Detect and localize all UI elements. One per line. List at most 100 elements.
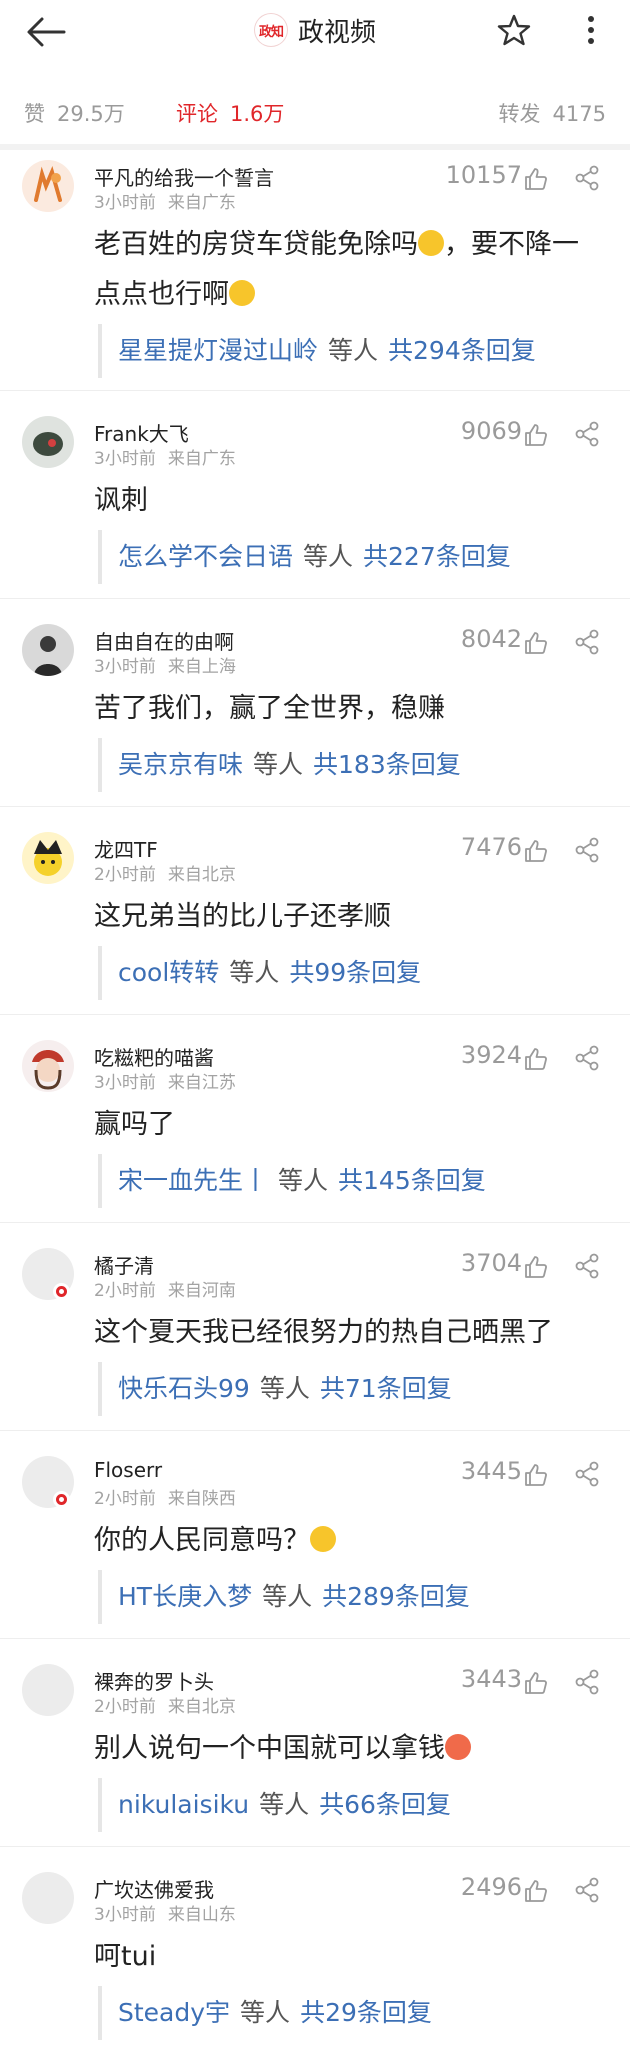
thumbs-up-icon[interactable] [523,838,549,864]
avatar[interactable] [22,624,74,676]
comment-location: 来自河南 [167,1281,236,1301]
avatar[interactable] [22,1872,74,1924]
share-icon[interactable] [573,836,601,864]
reply-etc-label: 等人 [328,336,379,365]
channel-logo: 政知 [253,13,288,47]
reply-count[interactable]: 共145条回复 [338,1166,486,1195]
angry-emoji-icon [445,1734,471,1760]
reply-summary[interactable]: HT长庚入梦 等人 共289条回复 [98,1570,590,1624]
comment-time: 3小时前 [94,193,156,213]
comment-username[interactable]: 广坎达佛爱我 [94,1874,214,1903]
thumbs-up-icon[interactable] [523,1046,549,1072]
avatar[interactable] [22,160,74,212]
comment-item: 龙四TF 2小时前 来自北京 7476 这兄弟当的比儿子还孝顺 cool转转 等人共… [0,824,630,1032]
reply-username[interactable]: 吴京京有味 [118,750,243,779]
comment-username[interactable]: 裸奔的罗卜头 [94,1666,214,1695]
reply-count[interactable]: 共71条回复 [320,1374,452,1403]
reply-count[interactable]: 共29条回复 [300,1998,432,2027]
reply-username[interactable]: 宋一血先生丨 [118,1166,268,1195]
reply-summary[interactable]: 快乐石头99 等人 共71条回复 [98,1362,590,1416]
thumbs-up-icon[interactable] [523,166,549,192]
comment-username[interactable]: Frank大飞 [94,418,189,447]
comment-divider [0,598,630,599]
share-icon[interactable] [573,628,601,656]
comment-text: 赢吗了 [94,1109,175,1140]
reply-username[interactable]: 怎么学不会日语 [118,542,293,571]
comment-username[interactable]: 吃糍粑的喵酱 [94,1042,214,1071]
reply-username[interactable]: nikulaisiku [118,1790,249,1819]
stats-bar: 赞 29.5万 评论 1.6万 转发 4175 [0,90,630,138]
share-icon[interactable] [573,1668,601,1696]
star-icon[interactable] [496,12,532,48]
comment-item: 吃糍粑的喵酱 3小时前 来自江苏 3924 赢吗了 宋一血先生丨 等人 共145条回复 [0,1032,630,1240]
comment-username[interactable]: Floserr [94,1458,162,1482]
like-count: 8042 [460,625,522,653]
comment-username[interactable]: 龙四TF [94,834,158,863]
reply-summary[interactable]: 吴京京有味 等人 共183条回复 [98,738,590,792]
reply-username[interactable]: HT长庚入梦 [118,1582,252,1611]
thumbs-up-icon[interactable] [523,422,549,448]
page-header: 政知 政视频 [0,8,630,52]
comment-divider [0,1014,630,1015]
reply-count[interactable]: 共99条回复 [289,958,421,987]
comment-divider [0,1430,630,1431]
reply-count[interactable]: 共183条回复 [313,750,461,779]
comment-text: 这兄弟当的比儿子还孝顺 [94,901,391,932]
reply-summary[interactable]: nikulaisiku 等人 共66条回复 [98,1778,590,1832]
comment-item: Frank大飞 3小时前 来自广东 9069 讽刺 怎么学不会日语 等人 共227条回… [0,408,630,616]
crying-emoji-icon [310,1526,336,1552]
comment-time: 2小时前 [94,1281,156,1301]
like-stat[interactable]: 赞 29.5万 [24,98,125,128]
reply-count[interactable]: 共289条回复 [322,1582,470,1611]
like-count: 10157 [445,161,522,189]
more-options-icon[interactable] [576,10,606,50]
reply-count[interactable]: 共227条回复 [363,542,511,571]
comment-meta: 3小时前 来自广东 [94,188,236,213]
thumbs-up-icon[interactable] [523,1878,549,1904]
reply-username[interactable]: Steady宇 [118,1998,230,2027]
share-icon[interactable] [573,1460,601,1488]
comment-location: 来自北京 [167,865,236,885]
thumbs-up-icon[interactable] [523,1254,549,1280]
reply-summary[interactable]: 怎么学不会日语 等人 共227条回复 [98,530,590,584]
reply-username[interactable]: 星星提灯漫过山岭 [118,336,318,365]
share-icon[interactable] [573,164,601,192]
comment-username[interactable]: 自由自在的由啊 [94,626,234,655]
avatar[interactable] [22,1664,74,1716]
comment-location: 来自北京 [167,1697,236,1717]
comment-text-part: 别人说句一个中国就可以拿钱 [94,1733,445,1764]
reply-summary[interactable]: 星星提灯漫过山岭 等人 共294条回复 [98,324,590,378]
share-icon[interactable] [573,1044,601,1072]
reply-summary[interactable]: 宋一血先生丨 等人 共145条回复 [98,1154,590,1208]
comment-divider [0,806,630,807]
reply-username[interactable]: cool转转 [118,958,219,987]
share-icon[interactable] [573,1252,601,1280]
reply-summary[interactable]: Steady宇 等人 共29条回复 [98,1986,590,2040]
reply-etc-label: 等人 [259,1790,310,1819]
comment-username[interactable]: 橘子清 [94,1250,154,1279]
like-count: 2496 [460,1873,522,1901]
avatar[interactable] [22,1040,74,1092]
comment-meta: 3小时前 来自广东 [94,444,236,469]
thumbs-up-icon[interactable] [523,1670,549,1696]
share-icon[interactable] [573,420,601,448]
comment-time: 3小时前 [94,657,156,677]
avatar-image-icon [34,166,62,202]
comment-divider [0,1846,630,1847]
avatar[interactable] [22,832,74,884]
repost-stat[interactable]: 转发 4175 [499,98,606,128]
share-icon[interactable] [573,1876,601,1904]
comment-text: 你的人民同意吗？ [94,1516,604,1566]
repost-count: 4175 [552,102,606,126]
avatar[interactable] [22,416,74,468]
reply-username[interactable]: 快乐石头99 [118,1374,250,1403]
comment-stat[interactable]: 评论 1.6万 [176,98,284,128]
comment-username[interactable]: 平凡的给我一个誓言 [94,162,274,191]
comment-text-part: 老百姓的房贷车贷能免除吗 [94,229,418,260]
reply-count[interactable]: 共294条回复 [388,336,536,365]
thumbs-up-icon[interactable] [523,1462,549,1488]
reply-summary[interactable]: cool转转 等人 共99条回复 [98,946,590,1000]
comment-meta: 2小时前 来自北京 [94,860,236,885]
thumbs-up-icon[interactable] [523,630,549,656]
reply-count[interactable]: 共66条回复 [319,1790,451,1819]
